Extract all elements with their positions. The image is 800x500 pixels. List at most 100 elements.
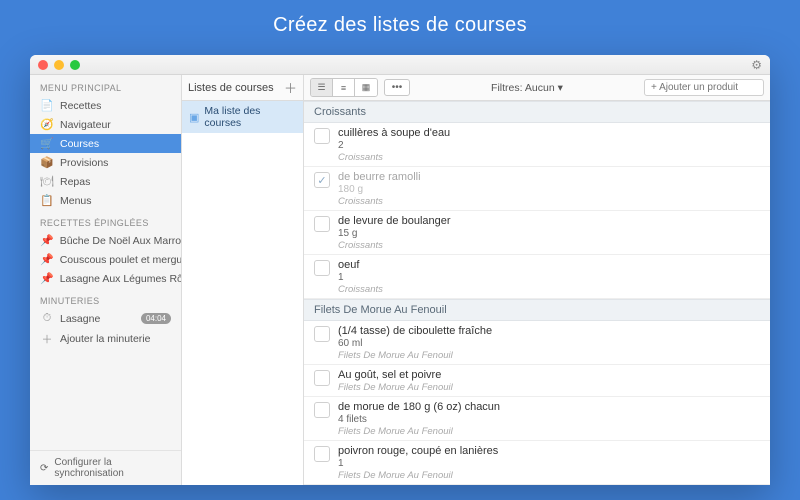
- checkbox[interactable]: [314, 402, 330, 418]
- item-title: Au goût, sel et poivre: [338, 369, 760, 382]
- timer-badge: 04:04: [141, 313, 171, 324]
- gear-icon[interactable]: ⚙: [751, 58, 762, 72]
- sidebar-item-label: Ajouter la minuterie: [60, 333, 150, 345]
- shopping-item[interactable]: Au goût, sel et poivreFilets De Morue Au…: [304, 365, 770, 397]
- item-source: Filets De Morue Au Fenouil: [338, 382, 760, 393]
- view-segmented: ☰ ≡ ▦: [310, 78, 378, 97]
- main-pane: ☰ ≡ ▦ ••• Filtres: Aucun ▾ Croissantscui…: [304, 75, 770, 485]
- sidebar-item-label: Menus: [60, 195, 92, 207]
- checkbox[interactable]: [314, 128, 330, 144]
- sidebar-pinned-item[interactable]: 📌 Lasagne Aux Légumes Rôtis: [30, 269, 181, 288]
- sidebar-section-pinned: RECETTES ÉPINGLÉES: [30, 210, 181, 231]
- checkbox[interactable]: [314, 216, 330, 232]
- item-quantity: 1: [338, 458, 760, 470]
- shopping-item[interactable]: (1/4 tasse) de ciboulette fraîche60 mlFi…: [304, 321, 770, 365]
- item-quantity: 1: [338, 272, 760, 284]
- view-list-button[interactable]: ☰: [311, 79, 333, 96]
- sync-config-button[interactable]: ⟳ Configurer la synchronisation: [30, 450, 181, 485]
- sidebar-item-label: Lasagne Aux Légumes Rôtis: [60, 273, 181, 285]
- shopping-item[interactable]: cuillères à soupe d'eau2Croissants: [304, 123, 770, 167]
- shopping-item[interactable]: oeuf1Croissants: [304, 255, 770, 299]
- sidebar-pinned-item[interactable]: 📌 Bûche De Noël Aux Marrons: [30, 231, 181, 250]
- item-title: de morue de 180 g (6 oz) chacun: [338, 401, 760, 414]
- item-source: Croissants: [338, 152, 760, 163]
- shopping-item[interactable]: poivron rouge, coupé en lanières1Filets …: [304, 441, 770, 485]
- item-source: Croissants: [338, 284, 760, 295]
- checkbox[interactable]: ✓: [314, 172, 330, 188]
- shopping-item[interactable]: de levure de boulanger15 gCroissants: [304, 211, 770, 255]
- checkbox[interactable]: [314, 260, 330, 276]
- sidebar-item-provisions[interactable]: 📦 Provisions: [30, 153, 181, 172]
- sidebar-pinned-item[interactable]: 📌 Couscous poulet et merguez: [30, 250, 181, 269]
- checkbox[interactable]: [314, 326, 330, 342]
- titlebar: ⚙: [30, 55, 770, 75]
- sidebar-item-icon: 📦: [40, 156, 54, 169]
- add-product-input[interactable]: [644, 79, 764, 96]
- sidebar-item-label: Recettes: [60, 100, 101, 112]
- item-title: poivron rouge, coupé en lanières: [338, 445, 760, 458]
- maximize-icon[interactable]: [70, 60, 80, 70]
- sidebar-item-label: Couscous poulet et merguez: [60, 254, 181, 266]
- item-title: cuillères à soupe d'eau: [338, 127, 760, 140]
- group-header: Filets De Morue Au Fenouil: [304, 299, 770, 321]
- item-quantity: 4 filets: [338, 414, 760, 426]
- sync-label: Configurer la synchronisation: [54, 457, 171, 479]
- sidebar-item-menus[interactable]: 📋Menus: [30, 191, 181, 210]
- sidebar-item-label: Navigateur: [60, 119, 111, 131]
- sync-icon: ⟳: [40, 463, 48, 474]
- add-list-button[interactable]: ＋: [284, 78, 297, 97]
- sidebar-item-label: Lasagne: [60, 313, 100, 325]
- more-button[interactable]: •••: [384, 79, 410, 96]
- sidebar-item-label: Repas: [60, 176, 90, 188]
- filter-select[interactable]: Filtres: Aucun ▾: [491, 82, 563, 94]
- minimize-icon[interactable]: [54, 60, 64, 70]
- timer-icon: ＋: [40, 331, 54, 347]
- sidebar-timer-item[interactable]: ＋ Ajouter la minuterie: [30, 328, 181, 350]
- sidebar-item-icon: 📄: [40, 99, 54, 112]
- sidebar-item-icon: 🛒: [40, 137, 54, 150]
- item-title: de levure de boulanger: [338, 215, 760, 228]
- lists-header: Listes de courses ＋: [182, 75, 303, 101]
- lists-header-label: Listes de courses: [188, 82, 274, 94]
- sidebar: MENU PRINCIPAL 📄 Recettes 🧭 Navigateur 🛒 Cour…: [30, 75, 182, 485]
- item-quantity: 60 ml: [338, 338, 760, 350]
- hero-title: Créez des listes de courses: [273, 14, 527, 37]
- view-grid-button[interactable]: ▦: [355, 79, 377, 96]
- group-header: Croissants: [304, 101, 770, 123]
- item-quantity: 2: [338, 140, 760, 152]
- pin-icon: 📌: [40, 234, 54, 247]
- sidebar-item-label: Provisions: [60, 157, 108, 169]
- pin-icon: 📌: [40, 253, 54, 266]
- app-window: ⚙ MENU PRINCIPAL 📄 Recettes 🧭 Navigateur 🛒 Co…: [30, 55, 770, 485]
- list-item[interactable]: ▣ Ma liste des courses: [182, 101, 303, 133]
- sidebar-section-main: MENU PRINCIPAL: [30, 75, 181, 96]
- checkbox[interactable]: [314, 446, 330, 462]
- pin-icon: 📌: [40, 272, 54, 285]
- timer-icon: ⏱: [40, 312, 54, 325]
- item-source: Filets De Morue Au Fenouil: [338, 470, 760, 481]
- shopping-item[interactable]: de morue de 180 g (6 oz) chacun4 filetsF…: [304, 397, 770, 441]
- sidebar-item-icon: 🍽: [40, 175, 54, 188]
- sidebar-item-courses[interactable]: 🛒 Courses: [30, 134, 181, 153]
- toolbar: ☰ ≡ ▦ ••• Filtres: Aucun ▾: [304, 75, 770, 101]
- window-controls: [38, 60, 80, 70]
- sidebar-item-icon: 🧭: [40, 118, 54, 131]
- shopping-item[interactable]: ✓de beurre ramolli180 gCroissants: [304, 167, 770, 211]
- close-icon[interactable]: [38, 60, 48, 70]
- chevron-down-icon: ▾: [558, 82, 563, 94]
- sidebar-item-recettes[interactable]: 📄 Recettes: [30, 96, 181, 115]
- folder-icon: ▣: [189, 111, 199, 124]
- sidebar-item-label: Bûche De Noël Aux Marrons: [60, 235, 181, 247]
- item-title: oeuf: [338, 259, 760, 272]
- items-scroll[interactable]: Croissantscuillères à soupe d'eau2Croiss…: [304, 101, 770, 485]
- checkbox[interactable]: [314, 370, 330, 386]
- lists-column: Listes de courses ＋ ▣ Ma liste des cours…: [182, 75, 304, 485]
- item-title: (1/4 tasse) de ciboulette fraîche: [338, 325, 760, 338]
- sidebar-item-label: Courses: [60, 138, 99, 150]
- sidebar-item-navigateur[interactable]: 🧭 Navigateur: [30, 115, 181, 134]
- sidebar-section-timers: MINUTERIES: [30, 288, 181, 309]
- view-compact-button[interactable]: ≡: [333, 79, 355, 96]
- filter-label: Filtres: Aucun: [491, 82, 555, 94]
- sidebar-timer-item[interactable]: ⏱ Lasagne 04:04: [30, 309, 181, 328]
- sidebar-item-repas[interactable]: 🍽 Repas: [30, 172, 181, 191]
